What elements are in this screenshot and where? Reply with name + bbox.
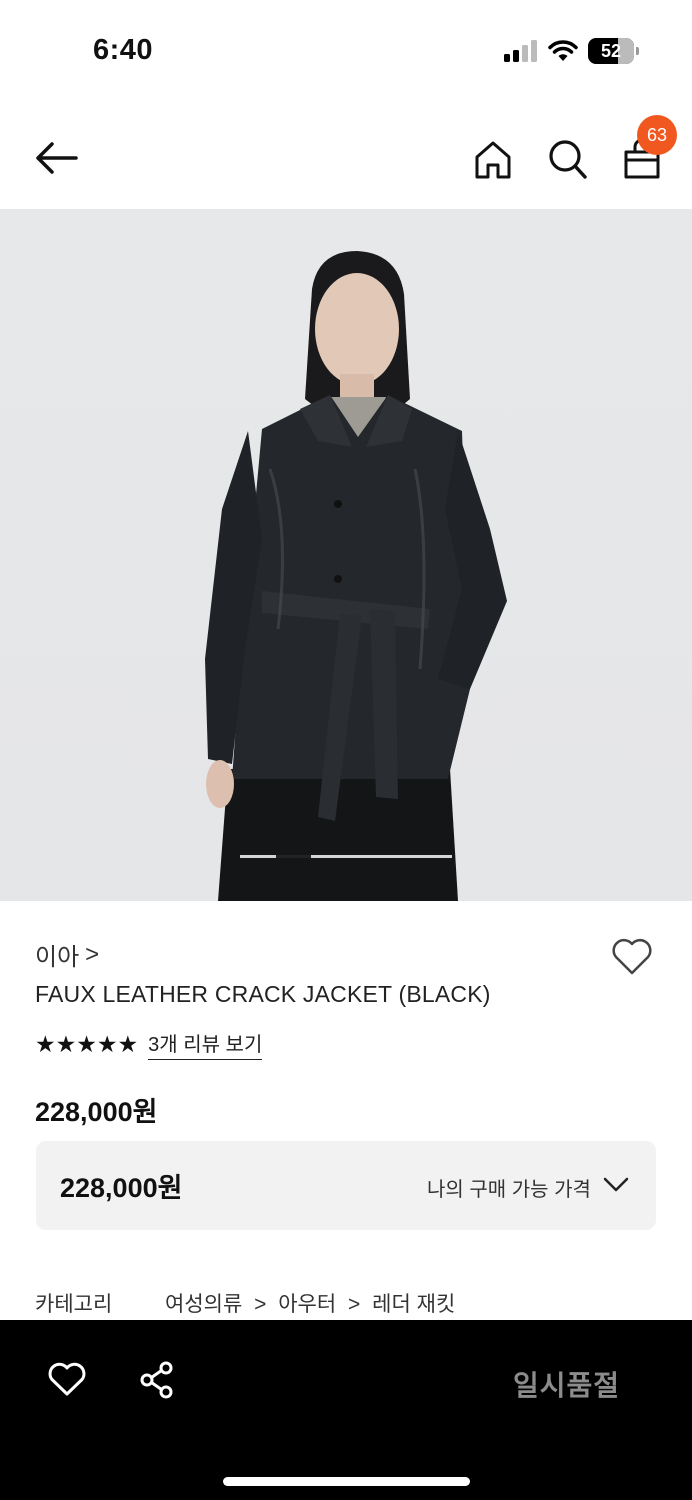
model-photo xyxy=(205,251,507,901)
cellular-signal-icon xyxy=(504,40,537,62)
my-price-label: 나의 구매 가능 가격 xyxy=(427,1179,591,1201)
search-icon[interactable] xyxy=(547,138,587,180)
star-rating-icons: ★★★★★ xyxy=(35,1030,139,1057)
category-link-leather-jacket[interactable]: 레더 재킷 xyxy=(372,1293,455,1316)
status-time: 6:40 xyxy=(93,34,154,66)
heart-icon[interactable] xyxy=(610,936,654,976)
category-label: 카테고리 xyxy=(35,1293,113,1316)
cart-count-badge: 63 xyxy=(637,115,677,155)
status-bar: 6:40 52 xyxy=(0,0,692,104)
product-name: FAUX LEATHER CRACK JACKET (BLACK) xyxy=(35,981,491,1007)
category-link-outer[interactable]: 아우터 xyxy=(278,1293,336,1316)
sold-out-button: 일시품절 xyxy=(513,1370,621,1401)
review-link[interactable]: 3개 리뷰 보기 xyxy=(148,1028,263,1060)
my-price-value: 228,000원 xyxy=(60,1173,183,1203)
category-breadcrumb: 여성의류 > 아우터 > 레더 재킷 xyxy=(165,1288,461,1318)
wifi-icon xyxy=(548,40,578,61)
chevron-down-icon xyxy=(603,1177,629,1192)
carousel-active-segment xyxy=(276,855,311,858)
product-image[interactable] xyxy=(0,209,692,901)
rating-row: ★★★★★ 3개 리뷰 보기 xyxy=(35,1028,263,1060)
brand-link[interactable]: 이아 > xyxy=(35,937,99,972)
heart-icon[interactable] xyxy=(47,1361,87,1397)
back-arrow-icon[interactable] xyxy=(34,140,78,176)
status-icons: 52 xyxy=(504,38,639,64)
battery-level: 52 xyxy=(600,40,622,61)
breadcrumb-separator: > xyxy=(254,1293,267,1316)
product-price: 228,000원 xyxy=(35,1097,158,1127)
bottom-action-bar: 일시품절 xyxy=(0,1320,692,1500)
battery-icon: 52 xyxy=(588,38,639,64)
home-icon[interactable] xyxy=(474,140,512,180)
category-link-womens[interactable]: 여성의류 xyxy=(165,1293,242,1316)
brand-name: 이아 xyxy=(35,944,80,971)
home-indicator xyxy=(223,1477,470,1486)
share-icon[interactable] xyxy=(138,1361,176,1399)
chevron-right-icon: > xyxy=(85,940,100,968)
category-row: 카테고리 여성의류 > 아우터 > 레더 재킷 xyxy=(35,1288,461,1318)
my-price-dropdown[interactable]: 228,000원 나의 구매 가능 가격 xyxy=(36,1141,656,1230)
top-nav-bar xyxy=(0,104,692,209)
breadcrumb-separator: > xyxy=(348,1293,361,1316)
image-carousel-indicator xyxy=(240,855,452,858)
